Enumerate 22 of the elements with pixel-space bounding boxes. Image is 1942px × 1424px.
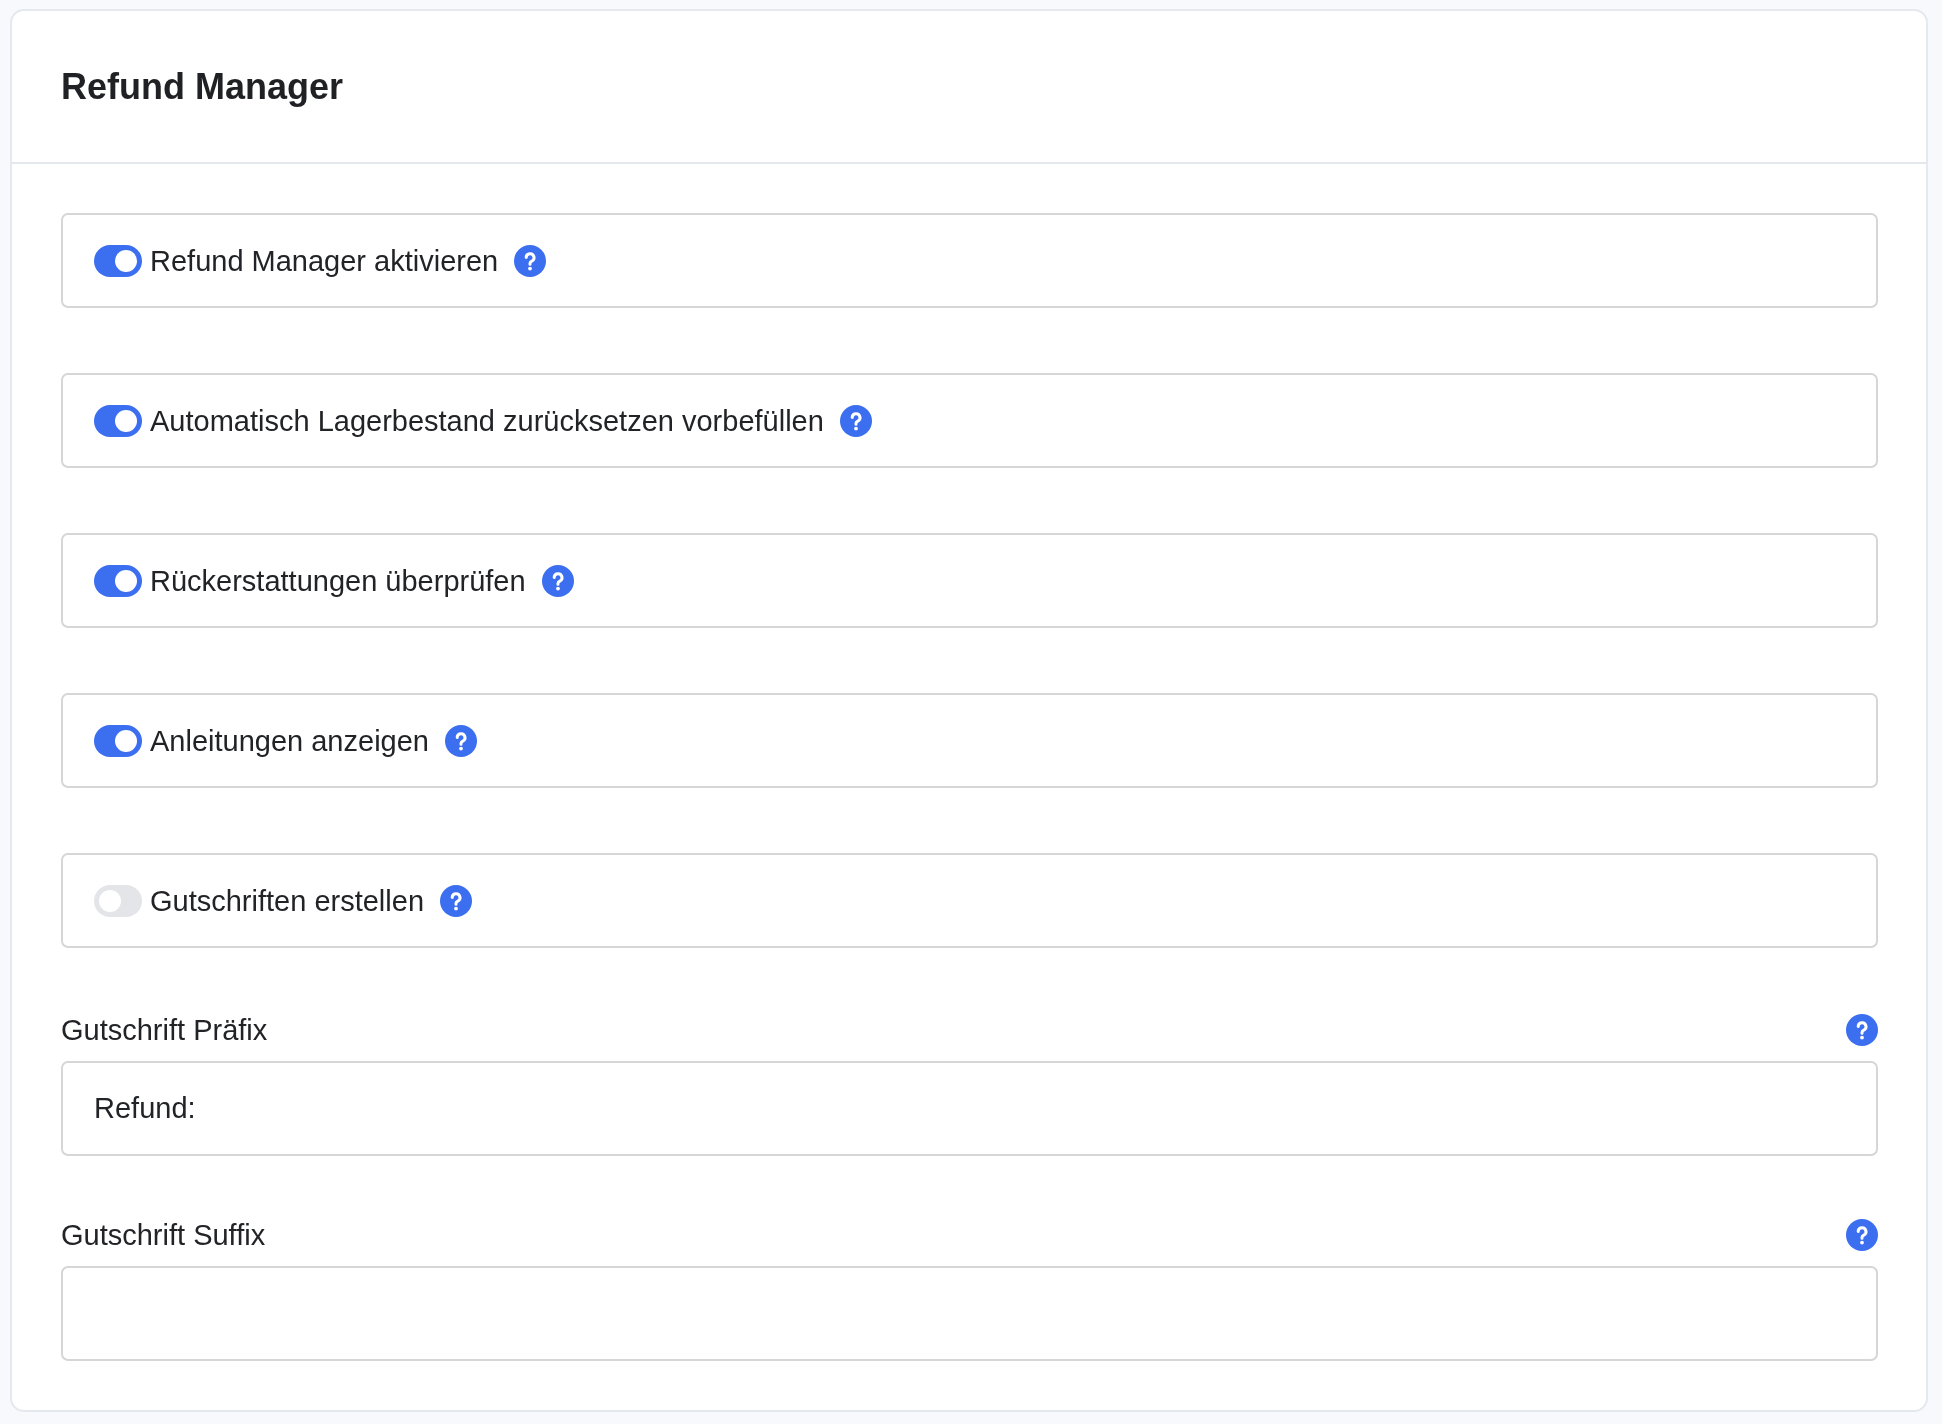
input-field[interactable]: Refund:: [61, 1061, 1878, 1156]
toggle-switch[interactable]: [94, 884, 142, 917]
toggle-label: Rückerstattungen überprüfen: [150, 563, 526, 598]
help-icon[interactable]: [444, 724, 477, 757]
toggle-label: Refund Manager aktivieren: [150, 243, 499, 278]
field-label: Gutschrift Präfix: [61, 1013, 268, 1047]
toggle-switch[interactable]: [94, 724, 142, 757]
toggle-switch[interactable]: [94, 404, 142, 437]
help-icon[interactable]: [1846, 1014, 1878, 1046]
panel-title: Refund Manager: [61, 64, 344, 109]
toggle-label: Automatisch Lagerbestand zurücksetzen vorbefüllen: [150, 403, 824, 438]
help-icon[interactable]: [514, 244, 547, 277]
toggle-switch[interactable]: [94, 244, 142, 277]
help-icon[interactable]: [440, 884, 472, 917]
help-icon[interactable]: [541, 564, 574, 597]
help-icon[interactable]: [1846, 1219, 1878, 1251]
toggle-label: Anleitungen anzeigen: [150, 723, 429, 758]
toggle-switch[interactable]: [94, 564, 142, 597]
field-label: Gutschrift Suffix: [61, 1218, 266, 1252]
help-icon[interactable]: [839, 404, 872, 437]
input-field[interactable]: [61, 1266, 1878, 1361]
toggle-label: Gutschriften erstellen: [150, 883, 424, 918]
